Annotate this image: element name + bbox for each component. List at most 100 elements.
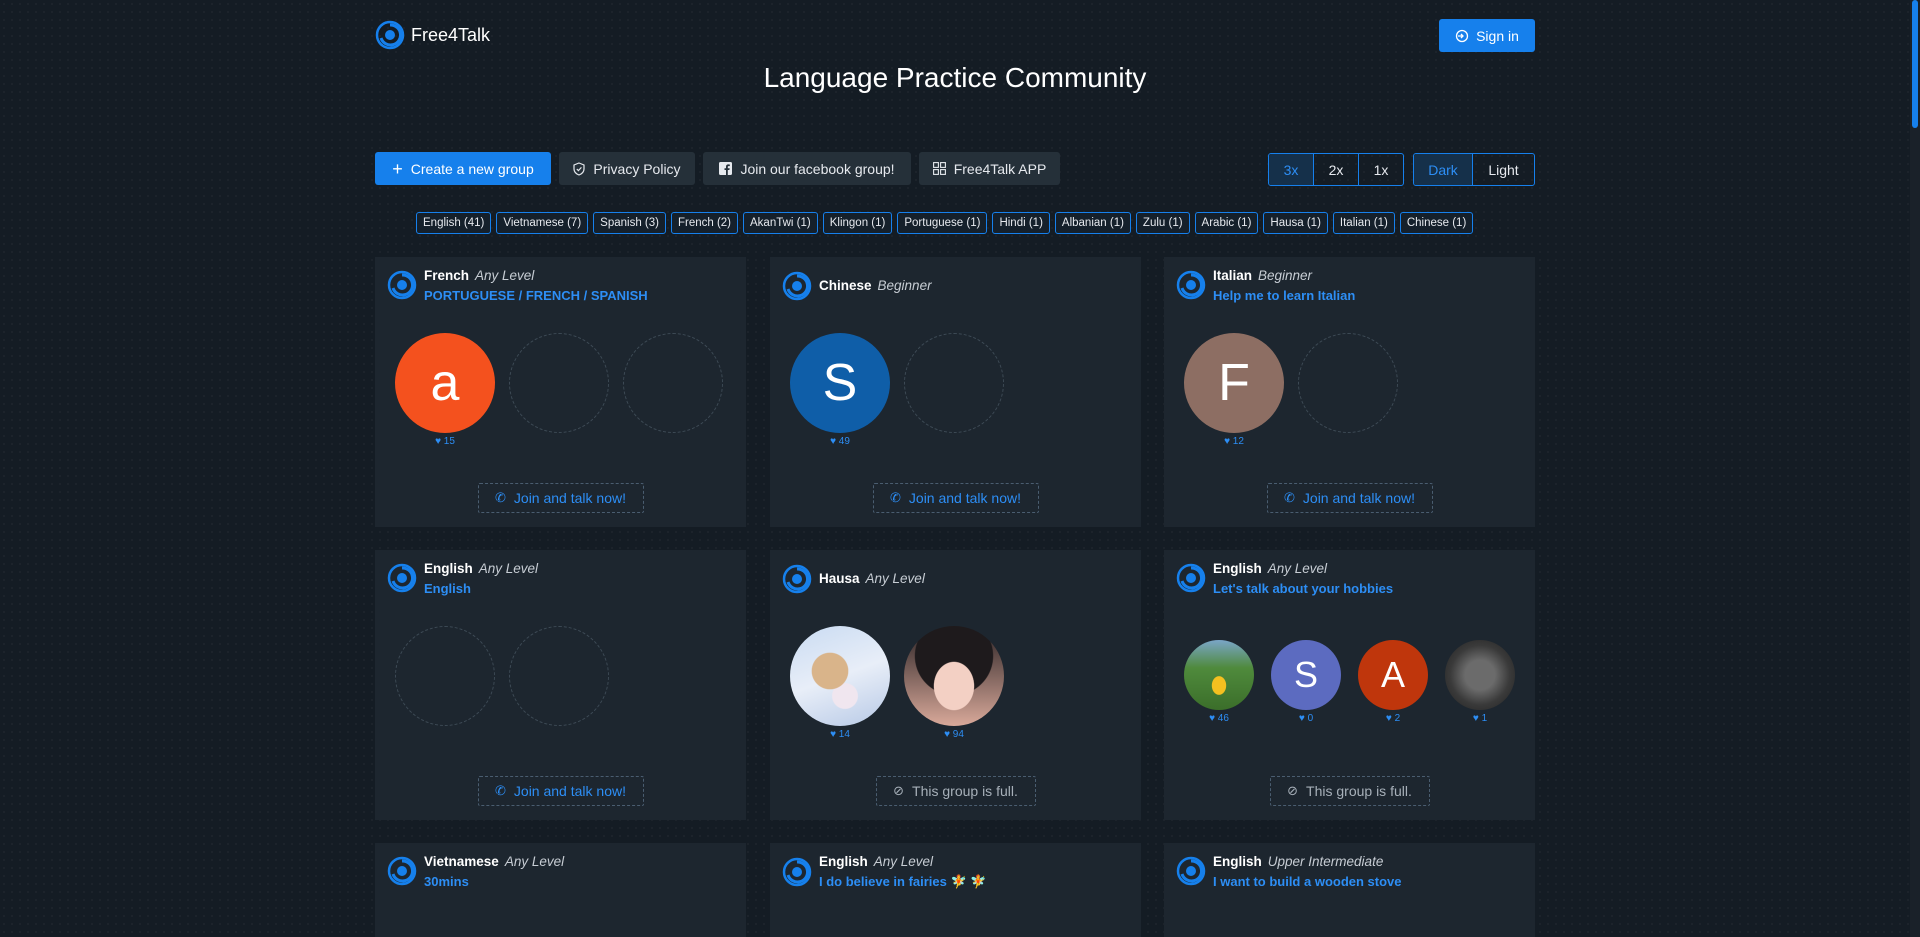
member-likes: ♥ 49 (810, 436, 870, 447)
language-filter-chip[interactable]: Arabic (1) (1194, 212, 1259, 234)
group-header: English Any Level I do believe in fairies … (782, 853, 986, 890)
group-topic: 30mins (424, 874, 469, 889)
create-group-button[interactable]: + Create a new group (375, 152, 551, 185)
privacy-policy-button[interactable]: Privacy Policy (559, 152, 695, 185)
scrollbar-thumb[interactable] (1912, 0, 1918, 128)
group-language: English (424, 561, 473, 576)
sign-in-icon (1455, 29, 1469, 42)
group-topic: English (424, 581, 471, 596)
likes-count: 1 (1481, 713, 1488, 724)
join-group-button[interactable]: ✆ Join and talk now! (872, 483, 1039, 513)
join-group-button[interactable]: ✆ Join and talk now! (477, 483, 644, 513)
language-filter-chip[interactable]: Zulu (1) (1135, 212, 1190, 234)
group-card: French Any Level PORTUGUESE / FRENCH / SPA… (375, 257, 746, 527)
language-filter-chip[interactable]: Klingon (1) (822, 212, 893, 234)
group-full-notice: ⊘ This group is full. (1269, 776, 1430, 806)
language-filter-chip[interactable]: French (2) (670, 212, 739, 234)
empty-seat[interactable] (623, 333, 723, 433)
app-label: Free4Talk APP (953, 160, 1047, 177)
empty-seat[interactable] (509, 333, 609, 433)
size-option-1x[interactable]: 1x (1358, 154, 1403, 185)
group-language: English (1213, 561, 1262, 576)
avatar-initial: F (1218, 354, 1250, 412)
group-logo-icon (782, 564, 812, 594)
blocked-icon: ⊘ (893, 783, 905, 798)
theme-option-dark[interactable]: Dark (1414, 154, 1472, 185)
member-avatar[interactable]: A (1358, 640, 1428, 710)
group-topic: Help me to learn Italian (1213, 288, 1356, 303)
theme-toggle: Dark Light (1413, 153, 1535, 186)
heart-icon: ♥ (1209, 713, 1218, 724)
group-language: Italian (1213, 268, 1253, 283)
language-filter-chip[interactable]: Albanian (1) (1054, 212, 1131, 234)
group-logo-icon (387, 270, 417, 300)
theme-option-light[interactable]: Light (1472, 154, 1534, 185)
language-filter-chip[interactable]: Hindi (1) (992, 212, 1050, 234)
group-level: Any Level (475, 268, 535, 283)
heart-icon: ♥ (830, 436, 839, 447)
empty-seat[interactable] (1298, 333, 1398, 433)
member-avatar[interactable]: S (790, 333, 890, 433)
facebook-group-label: Join our facebook group! (740, 160, 895, 177)
empty-seat[interactable] (395, 626, 495, 726)
scrollbar-track[interactable] (1910, 0, 1920, 937)
group-card: English Upper Intermediate I want to build… (1164, 843, 1535, 937)
group-title-line: French Any Level (424, 267, 648, 285)
join-group-button[interactable]: ✆ Join and talk now! (1266, 483, 1433, 513)
language-filter-chip[interactable]: Chinese (1) (1399, 212, 1474, 234)
group-header: English Any Level Let's talk about your ho… (1176, 560, 1393, 596)
member-avatar-photo[interactable] (790, 626, 890, 726)
join-group-button[interactable]: ✆ Join and talk now! (477, 776, 644, 806)
member-avatar[interactable]: a (395, 333, 495, 433)
size-option-3x[interactable]: 3x (1269, 154, 1313, 185)
likes-count: 14 (838, 729, 850, 740)
group-card: English Any Level I do believe in fairies … (770, 843, 1141, 937)
join-label: Join and talk now! (908, 490, 1021, 506)
member-avatar-photo[interactable] (1184, 640, 1254, 710)
group-logo-icon (1176, 270, 1206, 300)
app-button[interactable]: Free4Talk APP (919, 152, 1060, 185)
likes-count: 0 (1307, 713, 1314, 724)
group-header-text: French Any Level PORTUGUESE / FRENCH / SPA… (424, 267, 648, 303)
language-filter-chip[interactable]: AkanTwi (1) (743, 212, 818, 234)
language-filter-chip[interactable]: English (41) (416, 212, 492, 234)
size-option-2x[interactable]: 2x (1313, 154, 1358, 185)
empty-seat[interactable] (904, 333, 1004, 433)
language-filter-chip[interactable]: Hausa (1) (1263, 212, 1328, 234)
group-header: Hausa Any Level (782, 564, 925, 594)
group-logo-icon (1176, 856, 1206, 886)
group-card: Vietnamese Any Level 30mins (375, 843, 746, 937)
member-avatar[interactable]: F (1184, 333, 1284, 433)
member-likes: ♥ 1 (1450, 713, 1510, 724)
member-avatar[interactable]: S (1271, 640, 1341, 710)
group-header: French Any Level PORTUGUESE / FRENCH / SPA… (387, 267, 648, 303)
member-likes: ♥ 15 (415, 436, 475, 447)
group-level: Any Level (1267, 561, 1328, 576)
app-logo[interactable]: Free4Talk (375, 20, 490, 50)
phone-icon: ✆ (890, 490, 901, 505)
member-avatar-photo[interactable] (904, 626, 1004, 726)
group-card: English Any Level Let's talk about your ho… (1164, 550, 1535, 820)
facebook-icon (719, 162, 733, 175)
group-header: Vietnamese Any Level 30mins (387, 853, 564, 889)
group-card: English Any Level English ✆ Join and talk no… (375, 550, 746, 820)
language-filter-chip[interactable]: Spanish (3) (593, 212, 666, 234)
group-card: Hausa Any Level ♥ 14 ♥ 94 ⊘ This group is ful… (770, 550, 1141, 820)
group-level: Any Level (478, 561, 539, 576)
blocked-icon: ⊘ (1287, 783, 1299, 798)
language-filter-chip[interactable]: Portuguese (1) (897, 212, 988, 234)
member-avatar-photo[interactable] (1445, 640, 1515, 710)
group-level: Beginner (1258, 268, 1313, 283)
facebook-group-button[interactable]: Join our facebook group! (703, 152, 911, 185)
empty-seat[interactable] (509, 626, 609, 726)
group-title-line: Vietnamese Any Level (424, 853, 564, 871)
avatar-initial: S (822, 354, 858, 412)
heart-icon: ♥ (944, 729, 953, 740)
group-level: Upper Intermediate (1267, 854, 1384, 869)
language-filter-chip[interactable]: Vietnamese (7) (496, 212, 589, 234)
group-logo-icon (387, 563, 417, 593)
language-filter-chip[interactable]: Italian (1) (1332, 212, 1395, 234)
phone-icon: ✆ (495, 490, 506, 505)
member-likes: ♥ 2 (1363, 713, 1423, 724)
sign-in-button[interactable]: Sign in (1439, 19, 1535, 52)
